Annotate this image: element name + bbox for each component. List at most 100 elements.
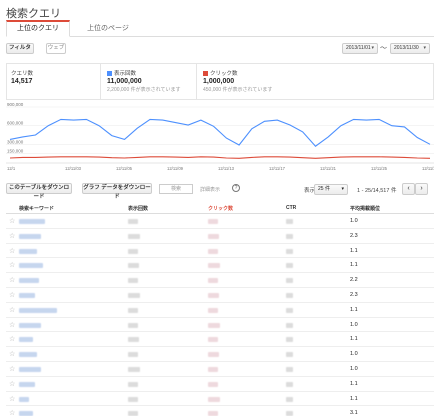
avg-position-cell: 1.1: [350, 380, 358, 387]
keyword-cell[interactable]: [19, 381, 35, 387]
keyword-cell[interactable]: [19, 307, 57, 313]
star-icon[interactable]: ☆: [9, 366, 15, 373]
keyword-cell[interactable]: [19, 248, 37, 254]
rows-per-page-select[interactable]: 25 件 ▾: [314, 184, 348, 195]
keyword-cell[interactable]: [19, 219, 45, 224]
filter-button[interactable]: フィルタ: [6, 43, 34, 54]
impressions-cell: [128, 322, 138, 328]
keyword-cell[interactable]: [19, 233, 41, 239]
ctr-cell: [286, 219, 293, 224]
avg-position-cell: 1.1: [350, 306, 358, 313]
page-title: 検索クエリ: [6, 8, 61, 20]
metric-label: クリック数: [210, 71, 238, 77]
impressions-cell: [128, 411, 138, 416]
search-input[interactable]: 検索: [159, 184, 193, 194]
star-icon[interactable]: ☆: [9, 336, 15, 343]
chevron-right-icon: ›: [420, 185, 423, 192]
clicks-cell: [208, 248, 218, 254]
star-icon[interactable]: ☆: [9, 351, 15, 358]
download-table-button[interactable]: このテーブルをダウンロード: [6, 183, 72, 200]
metric-subtext: 450,000 件が表示されています: [203, 87, 273, 93]
avg-position-cell: 1.0: [350, 321, 358, 328]
clicks-cell: [208, 263, 220, 269]
help-icon[interactable]: ?: [232, 184, 240, 192]
clicks-cell: [208, 396, 220, 402]
keyword-cell[interactable]: [19, 366, 41, 372]
star-icon[interactable]: ☆: [9, 410, 15, 416]
clicks-cell: [208, 307, 218, 313]
column-header-keyword[interactable]: 検索キーワード: [19, 205, 54, 212]
metric-value: 1,000,000: [203, 78, 235, 85]
impressions-cell: [128, 233, 140, 239]
clicks-cell: [208, 219, 218, 224]
keyword-cell[interactable]: [19, 292, 35, 298]
column-header-ctr[interactable]: CTR: [286, 205, 296, 211]
impressions-cell: [128, 219, 138, 224]
keyword-cell[interactable]: [19, 396, 29, 402]
impressions-cell: [128, 381, 138, 387]
keyword-cell[interactable]: [19, 411, 33, 416]
star-icon[interactable]: ☆: [9, 248, 15, 255]
impressions-cell: [128, 292, 140, 298]
clicks-cell: [208, 278, 218, 284]
metric-impressions[interactable]: 表示回数 11,000,000 2,200,000 件が表示されています: [103, 64, 197, 99]
keyword-cell[interactable]: [19, 352, 37, 358]
start-date-button[interactable]: 2013/11/01 ▾: [342, 43, 378, 54]
clicks-swatch-icon: [203, 70, 208, 76]
tab-top-pages[interactable]: 上位のページ: [76, 20, 140, 37]
y-tick-label: 150,000: [7, 149, 24, 154]
web-filter-button[interactable]: ウェブ: [46, 43, 66, 54]
avg-position-cell: 1.1: [350, 262, 358, 269]
ctr-cell: [286, 411, 293, 416]
column-header-impressions[interactable]: 表示回数: [128, 205, 148, 212]
star-icon[interactable]: ☆: [9, 233, 15, 240]
chevron-down-icon: ▾: [423, 45, 426, 51]
star-icon[interactable]: ☆: [9, 396, 15, 403]
keyword-cell[interactable]: [19, 263, 43, 269]
metric-subtext: 2,200,000 件が表示されています: [107, 87, 181, 93]
impressions-swatch-icon: [107, 70, 112, 76]
table-row: ☆ 1.1: [6, 244, 434, 259]
download-chart-data-button[interactable]: グラフ データをダウンロード: [82, 183, 152, 200]
star-icon[interactable]: ☆: [9, 381, 15, 388]
keyword-cell[interactable]: [19, 278, 39, 284]
column-header-avg-position[interactable]: 平均掲載順位: [350, 205, 380, 212]
avg-position-cell: 1.1: [350, 247, 358, 254]
y-tick-label: 600,000: [7, 121, 24, 126]
keyword-cell[interactable]: [19, 337, 33, 343]
advanced-link[interactable]: 詳細表示: [200, 186, 220, 193]
star-icon[interactable]: ☆: [9, 218, 15, 225]
metric-queries[interactable]: クエリ数 14,517: [7, 64, 101, 99]
tab-top-queries[interactable]: 上位のクエリ: [6, 20, 70, 37]
metric-clicks[interactable]: クリック数 1,000,000 450,000 件が表示されています: [199, 64, 299, 99]
end-date-label: 2013/11/30: [394, 45, 419, 51]
impressions-cell: [128, 337, 139, 343]
ctr-cell: [286, 366, 293, 372]
next-page-button[interactable]: ›: [415, 183, 428, 195]
star-icon[interactable]: ☆: [9, 322, 15, 329]
ctr-cell: [286, 248, 293, 254]
table-row: ☆ 2.2: [6, 273, 434, 288]
x-tick-label: 12/11/03: [65, 166, 82, 171]
impressions-cell: [128, 366, 140, 372]
table-row: ☆ 1.1: [6, 303, 434, 318]
avg-position-cell: 3.1: [350, 410, 358, 416]
star-icon[interactable]: ☆: [9, 262, 15, 269]
metric-value: 14,517: [11, 78, 33, 85]
star-icon[interactable]: ☆: [9, 277, 15, 284]
star-icon[interactable]: ☆: [9, 292, 15, 299]
table-row: ☆ 1.0: [6, 318, 434, 333]
column-header-clicks[interactable]: クリック数: [208, 205, 233, 212]
avg-position-cell: 2.3: [350, 291, 358, 298]
end-date-button[interactable]: 2013/11/30 ▾: [390, 43, 430, 54]
table-row: ☆ 2.3: [6, 288, 434, 303]
keyword-cell[interactable]: [19, 322, 41, 328]
impressions-cell: [128, 263, 139, 269]
ctr-cell: [286, 381, 293, 387]
y-tick-label: 900,000: [7, 103, 24, 107]
avg-position-cell: 1.1: [350, 336, 358, 343]
metric-value: 11,000,000: [107, 78, 142, 85]
ctr-cell: [286, 322, 293, 328]
prev-page-button[interactable]: ‹: [402, 183, 415, 195]
star-icon[interactable]: ☆: [9, 307, 15, 314]
